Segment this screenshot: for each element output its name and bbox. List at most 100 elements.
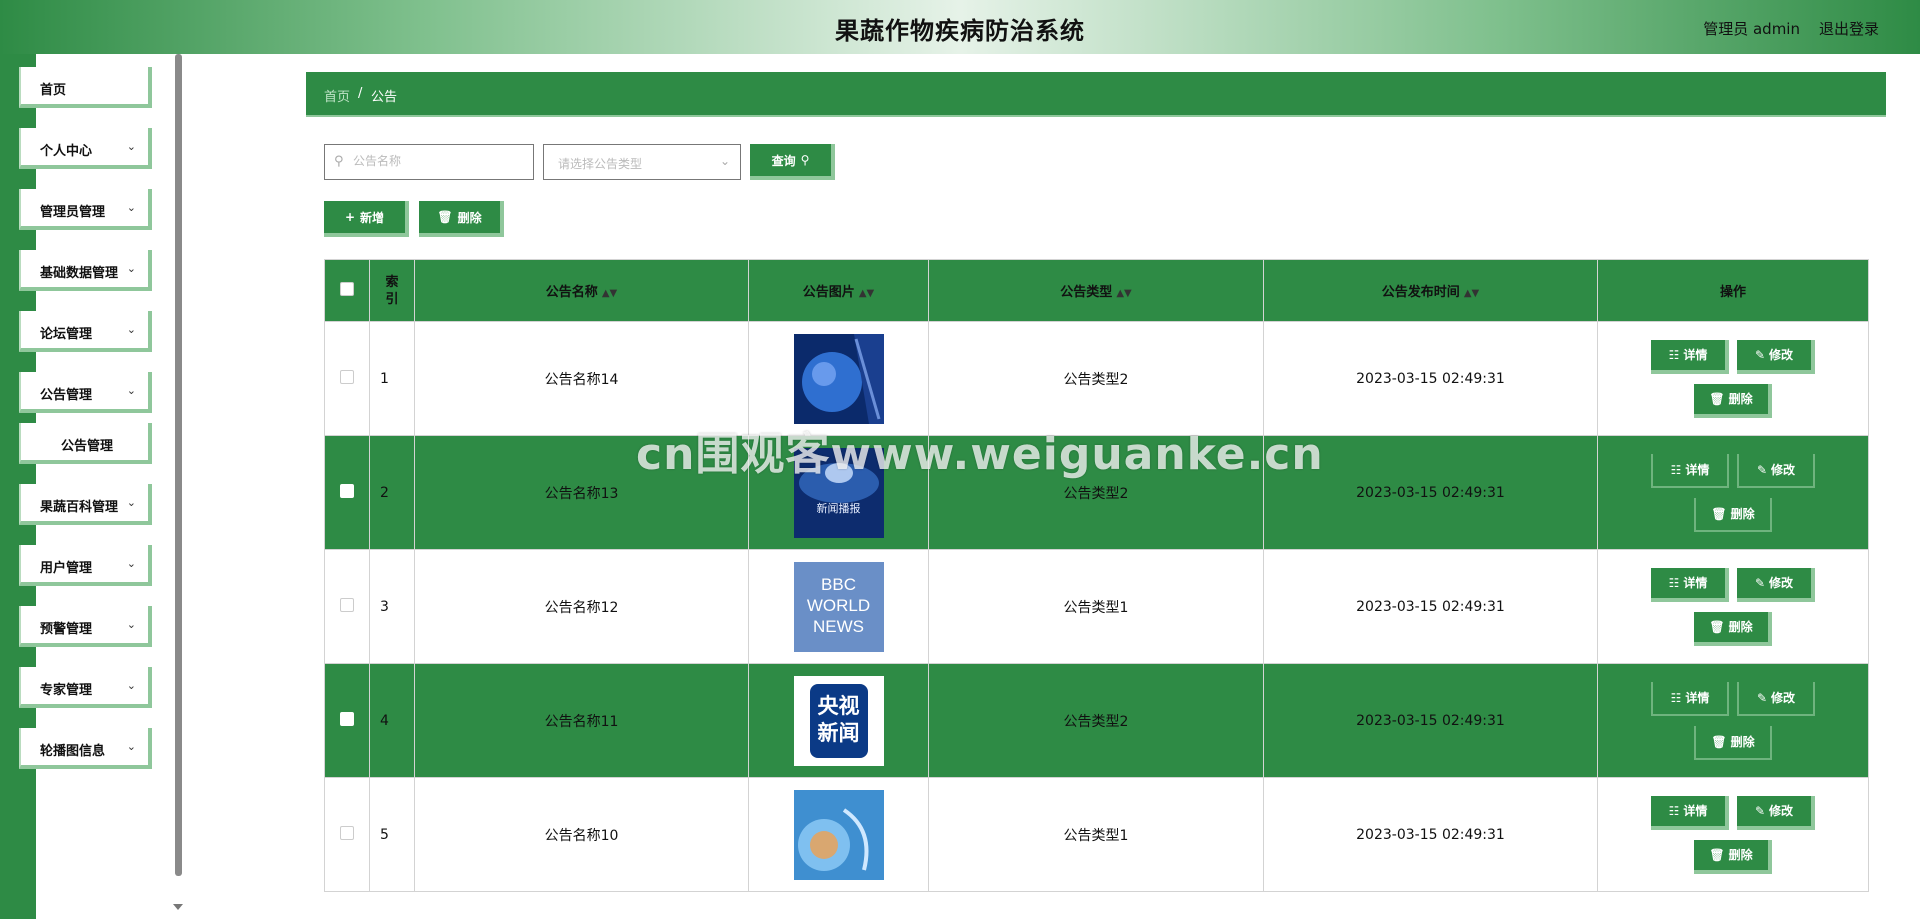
delete-button-label: 删除 [1728, 848, 1753, 862]
sidebar-scrollbar[interactable] [175, 54, 182, 876]
current-user: 管理员 admin [1703, 20, 1800, 38]
edit-button[interactable]: ✎ 修改 [1737, 453, 1815, 488]
row-image-cell: 央视新闻 [748, 663, 929, 778]
chevron-down-icon: ⌄ [126, 323, 136, 336]
sidebar-item[interactable]: 专家管理 ⌄ [19, 667, 152, 708]
breadcrumb-separator: / [358, 86, 363, 101]
chevron-down-icon: ⌄ [126, 557, 136, 570]
delete-button[interactable]: 🗑 删除 [1694, 383, 1772, 418]
row-checkbox[interactable] [340, 597, 354, 612]
pencil-icon: ✎ [1754, 803, 1766, 818]
row-type: 公告类型1 [928, 549, 1264, 664]
sidebar-item-label: 基础数据管理 [40, 266, 119, 281]
sort-icon[interactable]: ▲▼ [1464, 288, 1479, 299]
row-ops-cell: ☷ 详情 ✎ 修改 🗑 删除 [1597, 777, 1869, 892]
sidebar-item[interactable]: 用户管理 ⌄ [19, 545, 152, 586]
breadcrumb-home[interactable]: 首页 [324, 86, 350, 105]
sidebar-item[interactable]: 个人中心 ⌄ [19, 128, 152, 169]
edit-button[interactable]: ✎ 修改 [1737, 567, 1815, 602]
sort-icon[interactable]: ▲▼ [602, 288, 617, 299]
bbc-world-news-logo[interactable]: BBC WORLD NEWS [793, 561, 884, 652]
delete-button[interactable]: 🗑 删除 [1694, 611, 1772, 646]
news-broadcast-image[interactable]: 新闻播报 [793, 447, 884, 538]
logout-link[interactable]: 退出登录 [1819, 18, 1879, 39]
table-row: 4 公告名称11 央视新闻 公告类型2 2023-03-15 02:49:31 ☷ 详情 ✎ 修… [324, 663, 1869, 778]
edit-button[interactable]: ✎ 修改 [1737, 339, 1815, 374]
sidebar-menu: 首页 个人中心 ⌄ 管理员管理 ⌄ 基础数据管理 ⌄ 论坛管理 ⌄ 公告管理 ⌄ 公告管理 果蔬百科管理… [19, 67, 152, 789]
news-globe-image[interactable] [793, 789, 884, 880]
type-select-placeholder: 请选择公告类型 [558, 157, 643, 171]
edit-button-label: 修改 [1771, 691, 1796, 705]
header-type[interactable]: 公告类型 ▲▼ [928, 259, 1264, 322]
header-index: 索引 [369, 259, 415, 322]
row-select-cell[interactable] [324, 321, 370, 436]
image-caption: 新闻播报 [816, 501, 861, 515]
sort-icon[interactable]: ▲▼ [859, 288, 874, 299]
edit-button[interactable]: ✎ 修改 [1737, 795, 1815, 830]
row-checkbox[interactable] [340, 825, 354, 840]
row-index: 1 [369, 321, 415, 436]
detail-button-label: 详情 [1685, 463, 1710, 477]
delete-button[interactable]: 🗑 删除 [1694, 725, 1772, 760]
scroll-down-arrow-icon[interactable] [173, 904, 183, 910]
sidebar-subitem[interactable]: 公告管理 [19, 423, 152, 464]
type-select[interactable]: 请选择公告类型 ⌄ [543, 144, 741, 180]
sidebar-item[interactable]: 预警管理 ⌄ [19, 606, 152, 647]
sidebar-item-label: 用户管理 [40, 561, 93, 576]
row-select-cell[interactable] [324, 435, 370, 550]
row-select-cell[interactable] [324, 549, 370, 664]
table-row: 2 公告名称13 新闻播报 公告类型2 2023-03-15 02:49:31 ☷ 详情 ✎ 修… [324, 435, 1869, 550]
row-checkbox[interactable] [340, 483, 354, 498]
document-icon: ☷ [1668, 347, 1680, 362]
sidebar-item[interactable]: 果蔬百科管理 ⌄ [19, 484, 152, 525]
row-image-cell: 新闻播报 [748, 435, 929, 550]
delete-button-label: 删除 [1728, 392, 1753, 406]
delete-button[interactable]: 🗑 删除 [1694, 497, 1772, 532]
detail-button-label: 详情 [1683, 348, 1708, 362]
row-actions: ☷ 详情 ✎ 修改 🗑 删除 [1643, 339, 1823, 418]
table-row: 1 公告名称14 公告类型2 2023-03-15 02:49:31 ☷ 详情 ✎ 修改 🗑 删除 [324, 321, 1869, 436]
sidebar-item[interactable]: 管理员管理 ⌄ [19, 189, 152, 230]
sidebar-item[interactable]: 论坛管理 ⌄ [19, 311, 152, 352]
row-index: 3 [369, 549, 415, 664]
detail-button[interactable]: ☷ 详情 [1651, 453, 1729, 488]
row-select-cell[interactable] [324, 663, 370, 778]
sidebar-item[interactable]: 首页 [19, 67, 152, 108]
row-select-cell[interactable] [324, 777, 370, 892]
breadcrumb: 首页 / 公告 [306, 72, 1886, 117]
document-icon: ☷ [1668, 575, 1680, 590]
cctv-news-logo[interactable]: 央视新闻 [793, 675, 884, 766]
chevron-down-icon: ⌄ [126, 384, 136, 397]
sidebar-item[interactable]: 公告管理 ⌄ [19, 372, 152, 413]
header-time[interactable]: 公告发布时间 ▲▼ [1263, 259, 1598, 322]
detail-button[interactable]: ☷ 详情 [1651, 681, 1729, 716]
sidebar-item[interactable]: 基础数据管理 ⌄ [19, 250, 152, 291]
detail-button[interactable]: ☷ 详情 [1651, 795, 1729, 830]
document-icon: ☷ [1670, 462, 1682, 477]
search-name-field[interactable]: ⚲ [324, 144, 534, 180]
batch-delete-button[interactable]: 🗑 删除 [419, 201, 504, 237]
select-all-checkbox[interactable] [340, 281, 354, 296]
header-select-all[interactable] [324, 259, 370, 322]
table-row: 5 公告名称10 公告类型1 2023-03-15 02:49:31 ☷ 详情 ✎ 修改 🗑 删除 [324, 777, 1869, 892]
sidebar-item[interactable]: 轮播图信息 ⌄ [19, 728, 152, 769]
image-caption: 央视新闻 [817, 693, 860, 745]
trash-icon: 🗑 [1709, 391, 1725, 406]
header-name[interactable]: 公告名称 ▲▼ [414, 259, 749, 322]
globe-image[interactable] [793, 333, 884, 424]
sort-icon[interactable]: ▲▼ [1116, 288, 1131, 299]
detail-button[interactable]: ☷ 详情 [1651, 339, 1729, 374]
row-actions: ☷ 详情 ✎ 修改 🗑 删除 [1643, 795, 1823, 874]
detail-button[interactable]: ☷ 详情 [1651, 567, 1729, 602]
header-image[interactable]: 公告图片 ▲▼ [748, 259, 929, 322]
row-checkbox[interactable] [340, 369, 354, 384]
row-ops-cell: ☷ 详情 ✎ 修改 🗑 删除 [1597, 435, 1869, 550]
add-button[interactable]: + 新增 [324, 201, 409, 237]
sidebar-item-label: 预警管理 [40, 622, 93, 637]
delete-button[interactable]: 🗑 删除 [1694, 839, 1772, 874]
edit-button[interactable]: ✎ 修改 [1737, 681, 1815, 716]
image-caption: BBC WORLD NEWS [806, 574, 871, 636]
query-button[interactable]: 查询 ⚲ [750, 144, 835, 180]
row-checkbox[interactable] [340, 711, 354, 726]
search-name-input[interactable] [351, 153, 525, 169]
